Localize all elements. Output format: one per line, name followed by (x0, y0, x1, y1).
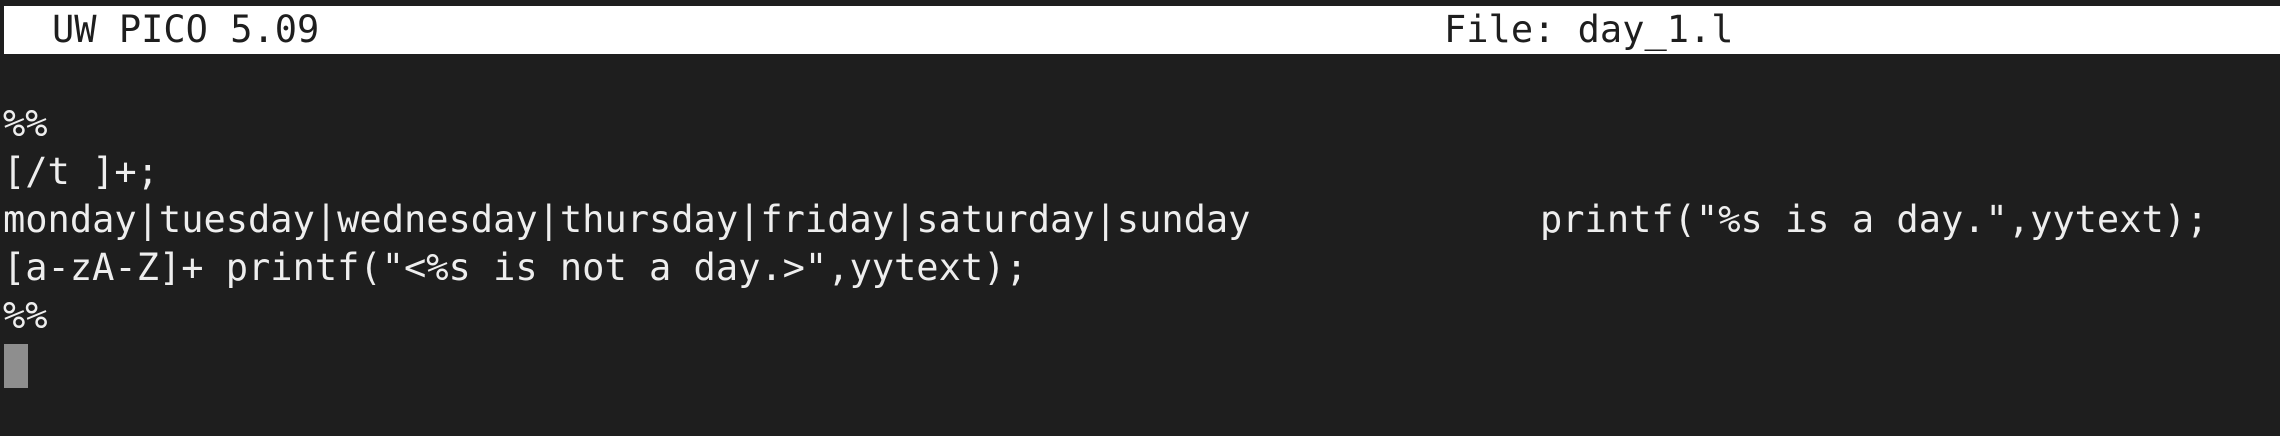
text-cursor (4, 344, 28, 388)
file-name-label: File: day_1.l (1444, 8, 1734, 51)
editor-line-1[interactable]: %% (3, 100, 48, 148)
app-name-version: UW PICO 5.09 (52, 8, 320, 51)
editor-line-2[interactable]: [/t ]+; (3, 148, 159, 196)
editor-text-area[interactable]: %% [/t ]+; monday|tuesday|wednesday|thur… (0, 54, 2280, 436)
editor-line-5[interactable]: %% (3, 292, 48, 340)
editor-line-4[interactable]: [a-zA-Z]+ printf("<%s is not a day.>",yy… (3, 244, 1028, 292)
editor-line-3-action[interactable]: printf("%s is a day.",yytext); (1540, 196, 2208, 244)
editor-line-3[interactable]: monday|tuesday|wednesday|thursday|friday… (3, 196, 1250, 244)
title-bar: UW PICO 5.09 File: day_1.l (4, 6, 2280, 54)
